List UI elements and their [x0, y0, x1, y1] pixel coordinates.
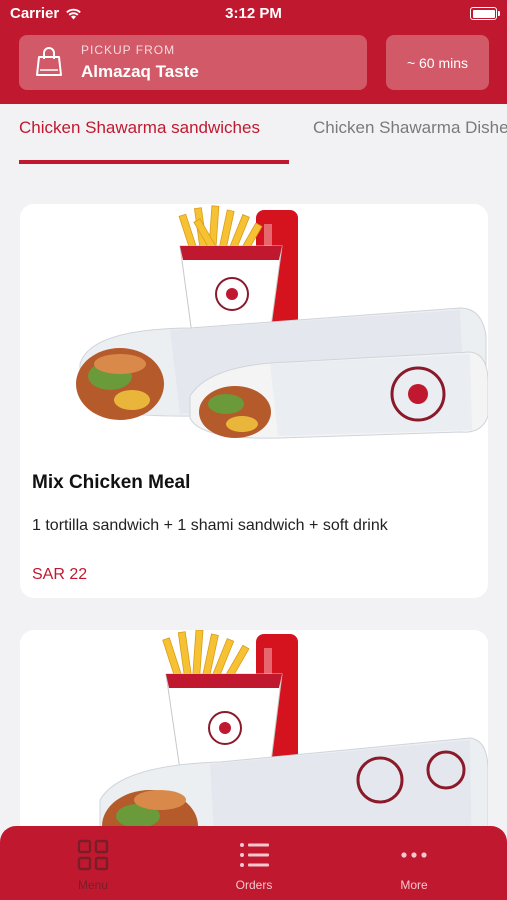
nav-orders[interactable]: Orders: [204, 838, 304, 898]
bottom-navigation: Menu Orders More: [0, 826, 507, 900]
product-image: [20, 204, 488, 444]
active-tab-indicator: [19, 160, 289, 164]
nav-orders-label: Orders: [235, 878, 273, 892]
nav-more[interactable]: More: [364, 838, 464, 898]
nav-menu-label: Menu: [77, 878, 109, 892]
tab-chicken-shawarma-sandwiches[interactable]: Chicken Shawarma sandwiches: [19, 118, 260, 138]
pickup-branch-name: Almazaq Taste: [81, 62, 199, 81]
nav-more-label: More: [400, 878, 428, 892]
product-price: SAR 22: [32, 566, 88, 583]
status-bar: Carrier 3:12 PM: [0, 0, 507, 28]
product-description: 1 tortilla sandwich + 1 shami sandwich +…: [32, 517, 388, 534]
eta-button[interactable]: ~ 60 mins: [386, 35, 489, 90]
app-header: Carrier 3:12 PM PICKUP FROM Almazaq Tast…: [0, 0, 507, 104]
list-icon: [240, 843, 269, 867]
battery-icon: [470, 7, 500, 20]
category-tabs: Chicken Shawarma sandwiches Chicken Shaw…: [0, 104, 507, 164]
grid-icon: [77, 839, 109, 871]
pickup-label: PICKUP FROM: [81, 43, 176, 57]
nav-menu[interactable]: Menu: [43, 838, 143, 898]
tab-chicken-shawarma-dishes[interactable]: Chicken Shawarma Dishes: [313, 118, 507, 138]
more-dots-icon: [401, 852, 427, 858]
shopping-bag-icon: [36, 47, 62, 76]
pickup-location-selector[interactable]: PICKUP FROM Almazaq Taste: [19, 35, 367, 90]
product-name: Mix Chicken Meal: [32, 472, 191, 493]
product-card[interactable]: Mix Chicken Meal 1 tortilla sandwich + 1…: [20, 204, 488, 598]
status-time: 3:12 PM: [225, 5, 282, 22]
